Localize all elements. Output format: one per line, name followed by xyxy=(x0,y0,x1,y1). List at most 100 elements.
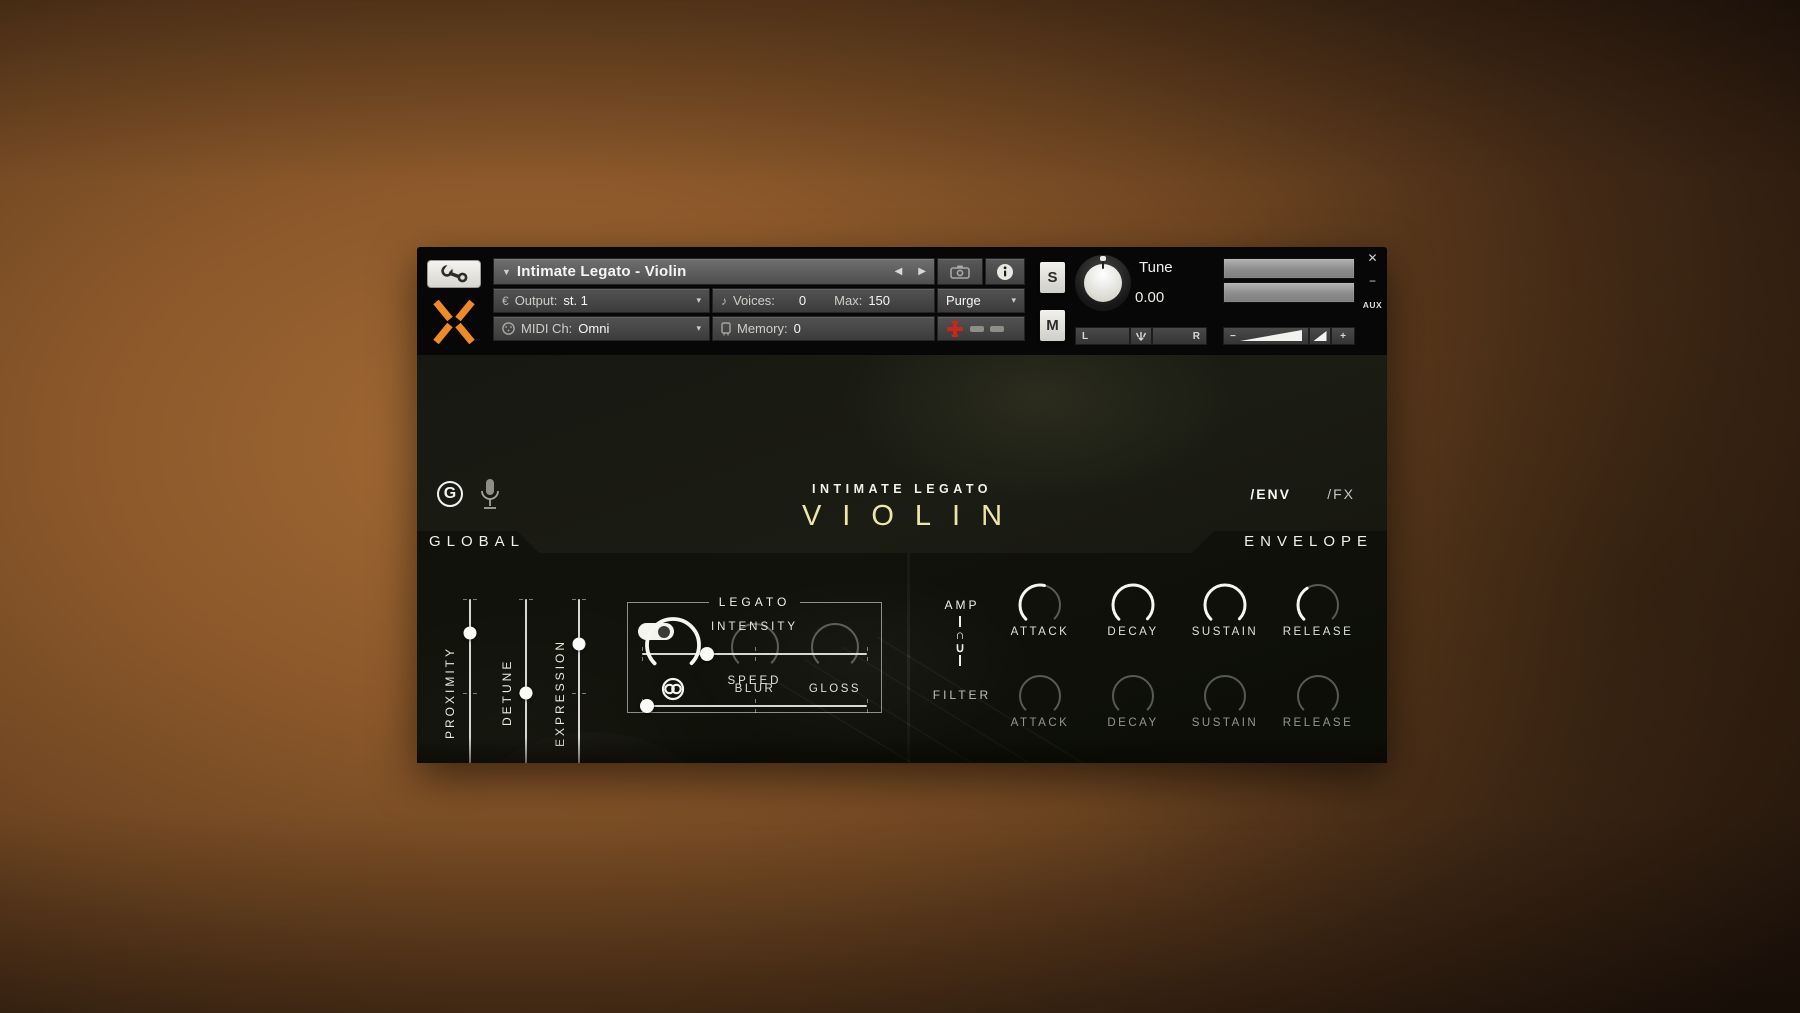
amp-attack-knob[interactable] xyxy=(1018,583,1062,627)
edit-wrench-button[interactable] xyxy=(427,260,481,288)
instrument-title-bar[interactable]: ▼ Intimate Legato - Violin ◀ ▶ xyxy=(493,258,935,285)
volume-minus[interactable]: − xyxy=(1230,331,1236,342)
volume-ramp xyxy=(1240,330,1302,341)
filter-release-knob[interactable] xyxy=(1296,674,1340,718)
tick xyxy=(867,699,868,713)
tab-env[interactable]: /ENV xyxy=(1250,486,1291,502)
level-meter-left xyxy=(1223,258,1355,279)
purge-caret-icon[interactable]: ▾ xyxy=(1011,295,1016,306)
pan-left-cell[interactable]: L xyxy=(1075,327,1130,345)
gloss-knob[interactable] xyxy=(807,619,863,675)
expression-label: EXPRESSION xyxy=(553,638,567,747)
filter-decay-label: DECAY xyxy=(1107,717,1159,729)
volume-plus-cell[interactable]: + xyxy=(1331,327,1355,345)
tick xyxy=(463,692,477,694)
memory-display: Memory: 0 xyxy=(712,316,935,341)
tick xyxy=(572,599,586,600)
snapshot-camera-button[interactable] xyxy=(937,258,983,285)
tick xyxy=(754,699,756,713)
purge-status-cell xyxy=(937,316,1025,341)
tune-knob[interactable] xyxy=(1075,255,1131,311)
volume-slider[interactable]: − + xyxy=(1223,327,1355,345)
amp-attack-label: ATTACK xyxy=(1010,626,1070,638)
envelope-section-header: ENVELOPE xyxy=(1244,533,1373,550)
voices-icon: ♪ xyxy=(721,293,727,308)
env-group-filter[interactable]: FILTER xyxy=(917,688,1007,702)
memory-icon xyxy=(721,321,731,335)
wrench-icon xyxy=(441,265,468,283)
purge-label: Purge xyxy=(946,293,981,308)
pan-left-label: L xyxy=(1082,330,1089,342)
voices-display: ♪ Voices: 0 Max: 150 xyxy=(712,288,935,313)
tune-value[interactable]: 0.00 xyxy=(1135,285,1215,309)
memory-value: 0 xyxy=(793,321,801,336)
pan-right-cell[interactable]: R xyxy=(1152,327,1207,345)
proximity-slider[interactable] xyxy=(463,599,477,763)
close-icon[interactable]: ✕ xyxy=(1358,251,1387,265)
expression-slider[interactable] xyxy=(572,599,586,763)
volume-handle[interactable] xyxy=(1309,327,1331,345)
tick xyxy=(519,599,533,600)
detune-slider[interactable] xyxy=(519,599,533,763)
desktop-background: ▼ Intimate Legato - Violin ◀ ▶ € Output:… xyxy=(0,0,1800,1013)
tune-knob-pointer xyxy=(1102,261,1104,269)
blend-knob[interactable] xyxy=(641,613,705,677)
solo-label: S xyxy=(1047,269,1058,286)
pan-center-icon xyxy=(1135,331,1147,341)
tune-label: Tune xyxy=(1139,259,1173,276)
pan-slider[interactable]: L R xyxy=(1075,327,1207,345)
sonixinema-logo xyxy=(433,299,475,350)
tick xyxy=(867,647,868,661)
filter-decay-knob[interactable] xyxy=(1111,674,1155,718)
mute-button[interactable]: M xyxy=(1039,309,1066,342)
gloss-label: GLOSS xyxy=(808,683,862,695)
pan-center-handle[interactable] xyxy=(1130,327,1152,345)
output-selector[interactable]: € Output: st. 1 ▾ xyxy=(493,288,710,313)
filter-attack-knob[interactable] xyxy=(1018,674,1062,718)
proximity-label: PROXIMITY xyxy=(443,646,457,740)
output-caret-icon[interactable]: ▾ xyxy=(696,295,701,306)
volume-ramp-cell[interactable]: − xyxy=(1223,327,1309,345)
filter-sustain-label: SUSTAIN xyxy=(1191,717,1259,729)
amp-decay-knob[interactable] xyxy=(1111,583,1155,627)
env-group-connector[interactable]: ∩ ∪ xyxy=(950,615,970,667)
stereo-blend-icon xyxy=(657,677,689,706)
cup-icon: ∪ xyxy=(955,640,965,655)
tab-fx[interactable]: /FX xyxy=(1327,486,1355,502)
amp-release-knob[interactable] xyxy=(1296,583,1340,627)
level-meter-right xyxy=(1223,282,1355,303)
minimize-icon[interactable]: − xyxy=(1358,274,1387,288)
env-group-amp[interactable]: AMP xyxy=(917,598,1007,612)
amp-sustain-knob[interactable] xyxy=(1203,583,1247,627)
info-button[interactable] xyxy=(985,258,1025,285)
purge-all-icon[interactable] xyxy=(946,320,964,338)
global-section-header: GLOBAL xyxy=(429,533,526,550)
next-instrument-button[interactable]: ▶ xyxy=(918,266,926,277)
midi-caret-icon[interactable]: ▾ xyxy=(696,323,701,334)
midi-channel-selector[interactable]: MIDI Ch: Omni ▾ xyxy=(493,316,710,341)
output-value: st. 1 xyxy=(563,293,588,308)
midi-value: Omni xyxy=(578,321,610,336)
filter-release-label: RELEASE xyxy=(1282,717,1354,729)
instrument-title: Intimate Legato - Violin xyxy=(516,263,687,280)
solo-button[interactable]: S xyxy=(1039,261,1066,294)
instrument-dropdown-icon[interactable]: ▼ xyxy=(502,267,511,277)
proximity-slider-handle[interactable] xyxy=(463,626,477,640)
aux-button[interactable]: aux xyxy=(1358,300,1387,310)
info-icon xyxy=(997,263,1013,280)
max-label: Max: xyxy=(834,293,863,308)
max-value: 150 xyxy=(868,293,891,308)
expression-slider-handle[interactable] xyxy=(572,637,586,651)
blur-knob[interactable] xyxy=(727,619,783,675)
speed-slider-handle[interactable] xyxy=(639,699,654,713)
voices-label: Voices: xyxy=(733,293,775,308)
tick xyxy=(463,599,477,600)
volume-plus: + xyxy=(1340,330,1346,342)
filter-sustain-knob[interactable] xyxy=(1203,674,1247,718)
purge-menu[interactable]: Purge ▾ xyxy=(937,288,1025,313)
blur-label: BLUR xyxy=(734,683,776,695)
detune-slider-handle[interactable] xyxy=(519,686,533,699)
output-label: Output: xyxy=(514,293,558,308)
prev-instrument-button[interactable]: ◀ xyxy=(895,266,903,277)
amp-sustain-label: SUSTAIN xyxy=(1191,626,1259,638)
